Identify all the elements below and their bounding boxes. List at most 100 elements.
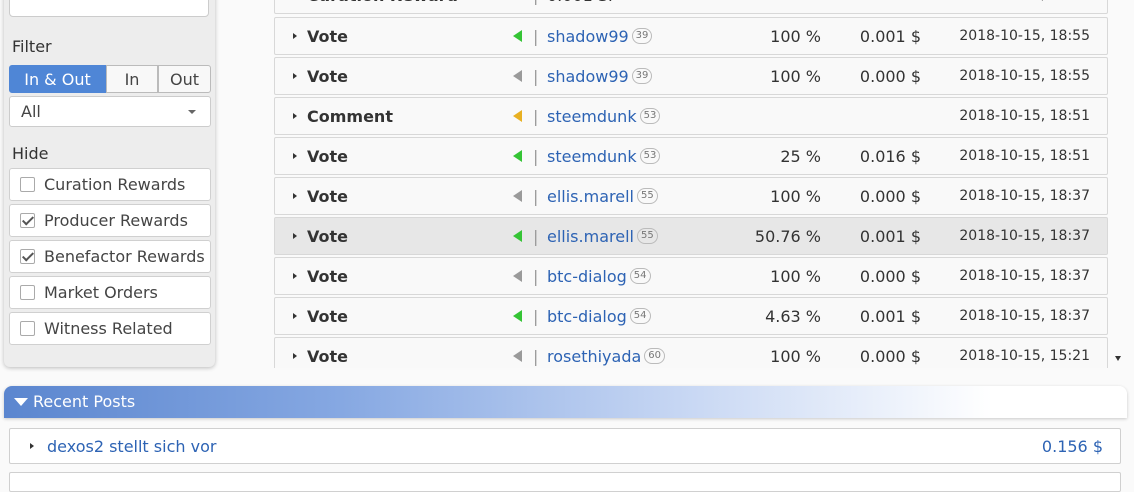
hide-label: Hide (12, 144, 49, 163)
checkbox-icon[interactable] (20, 321, 35, 336)
hide-benefactor-rewards[interactable]: Benefactor Rewards (9, 240, 211, 273)
recent-posts-header[interactable]: Recent Posts (4, 386, 1127, 418)
reputation-badge: 60 (644, 347, 666, 364)
user-link[interactable]: rosethiyada (547, 347, 641, 366)
filter-sidebar: 2018-10-13 Filter In & Out In Out All Hi… (4, 0, 215, 367)
hide-curation-rewards[interactable]: Curation Rewards (9, 168, 211, 201)
table-row[interactable]: Vote | btc-dialog 54 100 % 0.000 $ 2018-10-15,… (274, 257, 1108, 295)
hide-option-label: Producer Rewards (44, 211, 188, 230)
table-row[interactable]: Comment | steemdunk 53 2018-10-15, 18:51 (274, 97, 1108, 135)
table-row[interactable]: Vote | steemdunk 53 25 % 0.016 $ 2018-10-15, 1… (274, 137, 1108, 175)
row-percent: 100 % (770, 27, 821, 46)
row-user[interactable]: rosethiyada 60 (547, 338, 666, 368)
direction-out-icon (513, 190, 522, 202)
hide-producer-rewards[interactable]: Producer Rewards (9, 204, 211, 237)
sp-icon: » (513, 0, 521, 14)
row-user[interactable]: btc-dialog 54 (547, 298, 651, 335)
collapse-triangle-icon[interactable] (14, 398, 28, 406)
expand-arrow-icon[interactable] (293, 273, 297, 279)
row-type: Vote (307, 347, 348, 366)
scroll-down-arrow-icon[interactable] (1115, 356, 1121, 361)
row-value: 0.001 $ (859, 27, 921, 46)
row-percent: 4.63 % (765, 307, 821, 326)
checkbox-checked-icon[interactable] (20, 249, 35, 264)
row-percent: 100 % (770, 187, 821, 206)
row-value: 0.001 $ (859, 307, 921, 326)
checkbox-icon[interactable] (20, 177, 35, 192)
post-row[interactable] (9, 472, 1121, 492)
expand-arrow-icon[interactable] (30, 443, 34, 449)
table-row[interactable]: Vote | rosethiyada 60 100 % 0.000 $ 2018-10-15… (274, 337, 1108, 368)
user-link[interactable]: shadow99 (547, 67, 629, 86)
row-date: 2018-10-15, 18:37 (959, 228, 1090, 244)
row-percent: 100 % (770, 67, 821, 86)
direction-out-icon (513, 350, 522, 362)
type-select[interactable]: All (9, 96, 211, 127)
hide-witness-related[interactable]: Witness Related (9, 312, 211, 345)
row-separator: | (533, 307, 539, 326)
recent-posts-title: Recent Posts (33, 392, 136, 411)
user-link[interactable]: steemdunk (547, 147, 637, 166)
table-row[interactable]: Vote | btc-dialog 54 4.63 % 0.001 $ 2018-10-15… (274, 297, 1108, 335)
user-link[interactable]: ellis.marell (547, 187, 634, 206)
row-user[interactable]: btc-dialog 54 (547, 258, 651, 295)
row-separator: | (533, 187, 539, 206)
post-title[interactable]: dexos2 stellt sich vor (47, 429, 216, 464)
row-user[interactable]: ellis.marell 55 (547, 218, 658, 255)
checkbox-icon[interactable] (20, 285, 35, 300)
row-percent: 100 % (770, 267, 821, 286)
row-separator: | (533, 0, 538, 14)
row-user[interactable]: shadow99 39 (547, 18, 653, 55)
hide-market-orders[interactable]: Market Orders (9, 276, 211, 309)
user-link[interactable]: ellis.marell (547, 227, 634, 246)
user-link[interactable]: shadow99 (547, 27, 629, 46)
table-row[interactable]: Vote | ellis.marell 55 100 % 0.000 $ 2018-10-1… (274, 177, 1108, 215)
filter-label: Filter (12, 37, 52, 56)
row-user[interactable]: steemdunk 53 (547, 138, 661, 175)
post-value: 0.156 $ (1041, 437, 1103, 456)
expand-arrow-icon[interactable] (293, 73, 297, 79)
row-separator: | (533, 347, 539, 366)
post-row[interactable]: dexos2 stellt sich vor 0.156 $ (9, 428, 1121, 464)
expand-arrow-icon[interactable] (293, 193, 297, 199)
filter-tab-out[interactable]: Out (158, 65, 211, 93)
user-link[interactable]: steemdunk (547, 107, 637, 126)
hide-option-label: Benefactor Rewards (44, 247, 205, 266)
row-separator: | (533, 147, 539, 166)
row-type: Vote (307, 187, 348, 206)
expand-arrow-icon[interactable] (293, 353, 297, 359)
table-row[interactable]: Vote | shadow99 39 100 % 0.000 $ 2018-10-15, 1… (274, 57, 1108, 95)
user-link[interactable]: btc-dialog (547, 267, 627, 286)
expand-arrow-icon[interactable] (293, 33, 297, 39)
expand-arrow-icon[interactable] (293, 233, 297, 239)
filter-tab-in-out[interactable]: In & Out (9, 65, 106, 93)
user-link[interactable]: btc-dialog (547, 307, 627, 326)
row-separator: | (533, 227, 539, 246)
date-input[interactable]: 2018-10-13 (9, 0, 209, 17)
expand-arrow-icon[interactable] (293, 113, 297, 119)
row-date: 2018-10-15, 18:37 (959, 268, 1090, 284)
hide-option-label: Curation Rewards (44, 175, 186, 194)
row-separator: | (533, 107, 539, 126)
table-row[interactable]: Curation Reward » | 0.001 SP 2018-10-15,… (274, 0, 1108, 14)
expand-arrow-icon[interactable] (293, 153, 297, 159)
row-user[interactable]: steemdunk 53 (547, 98, 661, 135)
row-value: 0.001 SP (547, 0, 618, 14)
row-value: 0.000 $ (859, 187, 921, 206)
row-value: 0.016 $ (859, 147, 921, 166)
row-user[interactable]: ellis.marell 55 (547, 178, 658, 215)
row-type: Vote (307, 307, 348, 326)
checkbox-checked-icon[interactable] (20, 213, 35, 228)
row-user[interactable]: shadow99 39 (547, 58, 653, 95)
direction-out-icon (513, 70, 522, 82)
row-value: 0.000 $ (859, 267, 921, 286)
direction-in-icon (513, 30, 522, 42)
expand-arrow-icon[interactable] (293, 313, 297, 319)
row-value: 0.001 $ (859, 227, 921, 246)
row-percent: 25 % (780, 147, 821, 166)
table-row[interactable]: Vote | ellis.marell 55 50.76 % 0.001 $ 2018-10… (274, 217, 1108, 255)
filter-tab-in[interactable]: In (106, 65, 158, 93)
direction-out-icon (513, 270, 522, 282)
row-value: 0.000 $ (859, 347, 921, 366)
table-row[interactable]: Vote | shadow99 39 100 % 0.001 $ 2018-10-15, 1… (274, 17, 1108, 55)
